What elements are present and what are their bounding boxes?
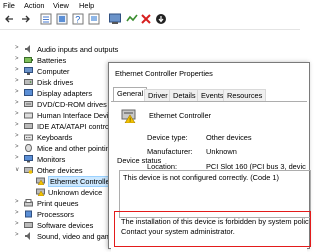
device-name: Ethernet Controller	[149, 111, 212, 120]
svg-text:?: ?	[75, 15, 80, 25]
expand-icon[interactable]: >	[15, 78, 21, 84]
ide-controller-icon	[24, 122, 33, 130]
expand-icon[interactable]: >	[15, 56, 21, 62]
status-line-1: This device is not configured correctly.…	[123, 173, 279, 182]
expand-icon[interactable]: >	[15, 122, 21, 128]
software-device-icon	[24, 221, 33, 229]
device-type-value: Other devices	[206, 133, 252, 142]
menu-action[interactable]: Action	[24, 1, 45, 10]
expand-icon[interactable]: >	[15, 111, 21, 117]
highlight-box: The installation of this device is forbi…	[114, 211, 311, 247]
show-hidden-icon[interactable]	[56, 13, 68, 25]
menu-bar: File Action View Help	[0, 0, 300, 11]
device-type-label: Device type:	[147, 133, 188, 142]
status-line-3: Contact your system administrator.	[121, 227, 235, 236]
expand-icon[interactable]: >	[15, 133, 21, 139]
enable-device-icon[interactable]	[126, 13, 138, 25]
back-icon[interactable]	[4, 13, 16, 25]
display-adapter-icon	[24, 89, 33, 97]
expand-icon[interactable]: >	[15, 89, 21, 95]
printer-icon	[24, 199, 33, 207]
toolbar: ?	[0, 11, 300, 30]
expand-icon[interactable]: >	[15, 67, 21, 73]
manufacturer-value: Unknown	[206, 147, 237, 156]
download-icon[interactable]	[155, 13, 167, 25]
expand-icon[interactable]: >	[15, 45, 21, 51]
expand-icon[interactable]: >	[15, 221, 21, 227]
status-line-2: The installation of this device is forbi…	[121, 217, 309, 226]
device-large-icon: !	[121, 107, 137, 124]
tree-item[interactable]: > Audio inputs and outputs	[0, 44, 300, 55]
sound-icon	[24, 232, 33, 240]
tab-strip: General Driver Details Events Resources	[109, 87, 309, 102]
menu-help[interactable]: Help	[79, 1, 94, 10]
uninstall-icon[interactable]	[140, 13, 152, 25]
forward-icon[interactable]	[19, 13, 31, 25]
keyboard-icon	[24, 133, 33, 141]
device-status-label: Device status	[117, 156, 162, 165]
audio-icon	[24, 45, 33, 53]
battery-icon	[24, 56, 33, 64]
expand-icon[interactable]: >	[15, 199, 21, 205]
update-driver-icon[interactable]	[109, 13, 121, 25]
collapse-icon[interactable]: ∨	[15, 166, 21, 173]
expand-icon[interactable]: >	[15, 232, 21, 238]
help-icon[interactable]: ?	[72, 13, 84, 25]
properties-dialog: Ethernet Controller Properties General D…	[108, 62, 311, 252]
monitor-icon	[24, 155, 33, 163]
scan-hardware-icon[interactable]	[88, 13, 100, 25]
device-status-group: Device status This device is not configu…	[117, 156, 311, 218]
expand-icon[interactable]: >	[15, 144, 21, 150]
dvd-drive-icon	[24, 100, 33, 108]
warning-device-icon	[36, 188, 45, 197]
warning-device-icon	[36, 177, 45, 186]
expand-icon[interactable]: >	[15, 100, 21, 106]
properties-icon[interactable]	[40, 13, 52, 25]
hid-icon	[24, 111, 33, 119]
menu-view[interactable]: View	[53, 1, 69, 10]
processor-icon	[24, 210, 33, 218]
computer-icon	[24, 67, 33, 75]
dialog-title: Ethernet Controller Properties	[115, 69, 213, 78]
tab-general[interactable]: General	[113, 87, 148, 102]
expand-icon[interactable]: >	[15, 155, 21, 161]
expand-icon[interactable]: >	[15, 210, 21, 216]
menu-file[interactable]: File	[3, 1, 15, 10]
mouse-icon	[24, 143, 33, 153]
manufacturer-label: Manufacturer:	[147, 147, 193, 156]
disk-drive-icon	[24, 78, 33, 86]
other-devices-icon	[24, 166, 33, 174]
